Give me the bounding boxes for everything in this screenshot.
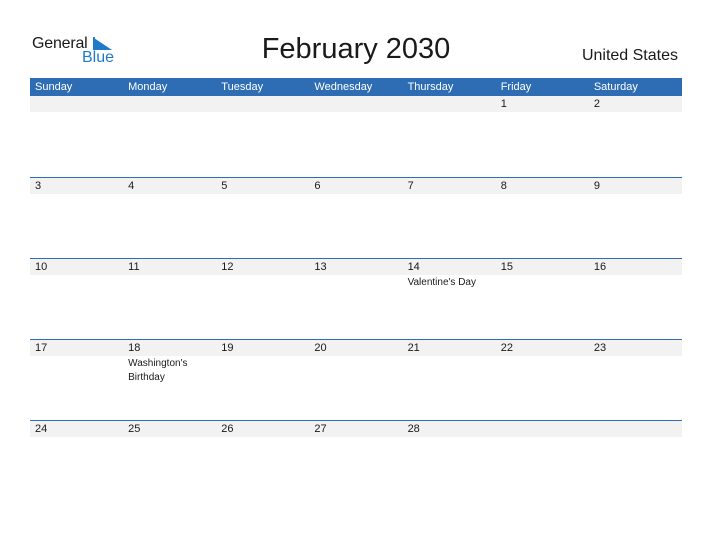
- day-number: 12: [221, 261, 234, 273]
- day-number: 27: [314, 423, 327, 435]
- week-cells: 3 4 5 6 7 8 9: [30, 178, 682, 258]
- weekday-sunday: Sunday: [35, 81, 73, 93]
- day-number: [221, 96, 309, 112]
- weeks-container: 1 2 3 4 5 6 7 8 9 10 11 12 13 14 Valentine's Day 15 16 17…: [30, 96, 682, 501]
- holiday-label: Washington's Birthday: [128, 358, 188, 383]
- day-number: 9: [593, 180, 600, 192]
- day-number: 6: [314, 180, 321, 192]
- day-number: 5: [221, 180, 228, 192]
- weekday-saturday: Saturday: [593, 81, 638, 93]
- day-cell: 12: [216, 259, 309, 339]
- week-row: 10 11 12 13 14 Valentine's Day 15 16: [30, 258, 682, 339]
- day-cell: 23: [589, 340, 682, 420]
- day-cell: 13: [309, 259, 402, 339]
- day-number: 14: [407, 261, 420, 273]
- day-cell: 28: [403, 421, 496, 501]
- day-number: 10: [35, 261, 48, 273]
- day-cell: 19: [216, 340, 309, 420]
- day-cell: 6: [309, 178, 402, 258]
- day-cell: 7: [403, 178, 496, 258]
- day-number: 1: [500, 98, 507, 110]
- day-number: 11: [128, 261, 140, 273]
- day-cell: 9: [589, 178, 682, 258]
- day-cell: 22: [496, 340, 589, 420]
- day-cell: 11: [123, 259, 216, 339]
- week-row: 17 18 Washington's Birthday 19 20 21 22 23: [30, 339, 682, 420]
- day-cell: 18 Washington's Birthday: [123, 340, 216, 420]
- day-number: 4: [128, 180, 135, 192]
- empty-day-cell: [30, 96, 123, 177]
- day-number: 3: [35, 180, 42, 192]
- week-row: 3 4 5 6 7 8 9: [30, 177, 682, 258]
- day-cell: 4: [123, 178, 216, 258]
- day-number: 8: [500, 180, 507, 192]
- day-cell: 5: [216, 178, 309, 258]
- day-number: 17: [35, 342, 48, 354]
- day-cell: 20: [309, 340, 402, 420]
- day-cell: 1: [496, 96, 589, 177]
- day-number: 22: [500, 342, 513, 354]
- day-number: 16: [593, 261, 607, 273]
- day-cell: 16: [589, 259, 682, 339]
- day-number: [35, 96, 123, 112]
- empty-day-cell: [216, 96, 309, 177]
- day-number: [128, 96, 216, 112]
- day-number: 2: [593, 98, 600, 110]
- day-cell: 25: [123, 421, 216, 501]
- day-cell: 15: [496, 259, 589, 339]
- day-number: 24: [35, 423, 48, 435]
- week-cells: 10 11 12 13 14 Valentine's Day 15 16: [30, 259, 682, 339]
- empty-day-cell: [589, 421, 682, 501]
- day-cell: 21: [403, 340, 496, 420]
- week-cells: 17 18 Washington's Birthday 19 20 21 22 23: [30, 340, 682, 420]
- day-cell: 3: [30, 178, 123, 258]
- day-number: 20: [314, 342, 327, 354]
- weekday-header: Sunday Monday Tuesday Wednesday Thursday…: [30, 78, 682, 96]
- day-number: 26: [221, 423, 234, 435]
- day-number: 19: [221, 342, 234, 354]
- empty-day-cell: [496, 421, 589, 501]
- day-cell: 26: [216, 421, 309, 501]
- day-number: [501, 421, 589, 437]
- empty-day-cell: [123, 96, 216, 177]
- day-number: 21: [407, 342, 420, 354]
- day-number: [314, 96, 402, 112]
- weekday-friday: Friday: [500, 81, 532, 93]
- day-number: 18: [128, 342, 141, 354]
- day-number: 13: [314, 261, 327, 273]
- week-cells: 12: [30, 96, 682, 177]
- day-cell: 24: [30, 421, 123, 501]
- day-cell: 10: [30, 259, 123, 339]
- week-row: 24 25 26 27 28: [30, 420, 682, 501]
- day-number: [594, 421, 682, 437]
- day-number: 28: [407, 423, 420, 435]
- day-number: 15: [500, 261, 513, 273]
- weekday-tuesday: Tuesday: [221, 81, 264, 93]
- empty-day-cell: [309, 96, 402, 177]
- day-cell: 14 Valentine's Day: [403, 259, 496, 339]
- day-cell: 2: [589, 96, 682, 177]
- day-number: 7: [407, 180, 414, 192]
- weekday-thursday: Thursday: [407, 81, 454, 93]
- week-row: 12: [30, 96, 682, 177]
- holiday-label: Valentine's Day: [407, 277, 476, 288]
- day-cell: 17: [30, 340, 123, 420]
- weekday-wednesday: Wednesday: [314, 81, 373, 93]
- empty-day-cell: [403, 96, 496, 177]
- country-label: United States: [581, 47, 678, 64]
- day-number: [408, 96, 496, 112]
- calendar-grid: Sunday Monday Tuesday Wednesday Thursday…: [30, 78, 682, 501]
- day-number: 23: [593, 342, 607, 354]
- day-number: 25: [128, 423, 141, 435]
- day-cell: 27: [309, 421, 402, 501]
- day-cell: 8: [496, 178, 589, 258]
- week-cells: 24 25 26 27 28: [30, 421, 682, 501]
- weekday-monday: Monday: [128, 81, 168, 93]
